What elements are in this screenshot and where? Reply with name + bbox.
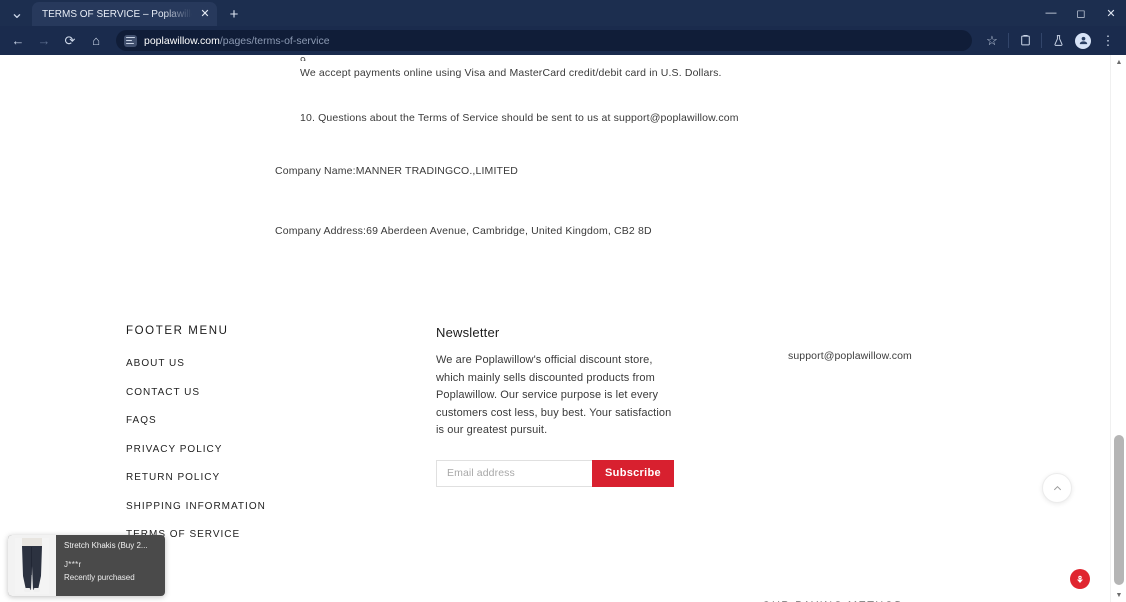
- scroll-down-arrow-icon[interactable]: ▼: [1111, 588, 1126, 602]
- footer-link-return-policy[interactable]: RETURN POLICY: [126, 472, 220, 483]
- forward-icon[interactable]: →: [32, 29, 56, 53]
- subscribe-button[interactable]: Subscribe: [592, 459, 674, 487]
- site-footer: FOOTER MENU ABOUT US CONTACT US FAQS PRI…: [0, 325, 1110, 602]
- scrollbar-thumb[interactable]: [1114, 435, 1124, 585]
- toolbar-divider: [1008, 33, 1009, 48]
- tab-terms-of-service[interactable]: TERMS OF SERVICE – Poplawillow ✕: [32, 2, 217, 26]
- toolbar-right-actions: ☆ ⋮: [980, 29, 1120, 53]
- scroll-to-top-button[interactable]: [1042, 473, 1072, 503]
- page-viewport: 9. We accept payments online using Visa …: [0, 55, 1126, 602]
- footer-menu-title: FOOTER MENU: [126, 325, 229, 337]
- toast-body: Stretch Khakis (Buy 2... J***r Recently …: [56, 535, 165, 596]
- terms-questions-line: 10. Questions about the Terms of Service…: [300, 112, 739, 124]
- chevron-up-icon: [1053, 485, 1061, 490]
- footer-link-privacy-policy[interactable]: PRIVACY POLICY: [126, 444, 222, 455]
- tab-search-chevron-down-icon[interactable]: ⌄: [4, 2, 30, 24]
- email-input[interactable]: [436, 459, 592, 487]
- toolbar-divider: [1041, 33, 1042, 48]
- window-close-icon[interactable]: ✕: [1096, 0, 1126, 26]
- new-tab-button[interactable]: +: [223, 3, 245, 25]
- footer-link-about-us[interactable]: ABOUT US: [126, 358, 185, 369]
- newsletter-description: We are Poplawillow's official discount s…: [436, 354, 672, 436]
- minimize-icon[interactable]: —: [1036, 0, 1066, 26]
- chat-widget-button[interactable]: [1070, 569, 1090, 589]
- browser-window: ⌄ TERMS OF SERVICE – Poplawillow ✕ + — ◻…: [0, 0, 1126, 602]
- tab-strip: ⌄ TERMS OF SERVICE – Poplawillow ✕ + — ◻…: [0, 0, 1126, 26]
- newsletter-title: Newsletter: [436, 325, 500, 340]
- url-path: /pages/terms-of-service: [219, 34, 330, 47]
- company-name-line: Company Name:MANNER TRADINGCO.,LIMITED: [275, 165, 518, 177]
- close-icon[interactable]: ✕: [198, 7, 212, 21]
- support-email[interactable]: support@poplawillow.com: [788, 350, 1110, 362]
- page-scrollbar[interactable]: ▲ ▼: [1110, 55, 1126, 602]
- list-item: SHIPPING INFORMATION: [126, 496, 436, 514]
- profile-avatar[interactable]: [1071, 29, 1095, 53]
- terms-payment-line: We accept payments online using Visa and…: [300, 67, 722, 79]
- back-icon[interactable]: ←: [6, 29, 30, 53]
- toast-buyer-name: J***r: [64, 560, 82, 569]
- terms-of-service-section: 9. We accept payments online using Visa …: [0, 55, 1110, 237]
- url-host: poplawillow.com: [144, 34, 220, 47]
- toast-status-text: Recently purchased: [64, 573, 135, 582]
- site-settings-icon[interactable]: [124, 34, 137, 47]
- footer-link-faqs[interactable]: FAQS: [126, 415, 157, 426]
- newsletter-column: Newsletter We are Poplawillow's official…: [436, 325, 788, 553]
- window-controls: — ◻ ✕: [1036, 0, 1126, 26]
- footer-columns: FOOTER MENU ABOUT US CONTACT US FAQS PRI…: [0, 325, 1110, 553]
- footer-menu-list: ABOUT US CONTACT US FAQS PRIVACY POLICY …: [126, 353, 436, 542]
- footer-link-contact-us[interactable]: CONTACT US: [126, 387, 200, 398]
- bookmark-star-icon[interactable]: ☆: [980, 29, 1004, 53]
- list-item: RETURN POLICY: [126, 467, 436, 485]
- extensions-icon[interactable]: [1013, 29, 1037, 53]
- list-item: CONTACT US: [126, 382, 436, 400]
- home-icon[interactable]: ⌂: [84, 29, 108, 53]
- jeans-product-image: [15, 538, 49, 594]
- address-bar-url: poplawillow.com/pages/terms-of-service: [144, 35, 330, 47]
- browser-toolbar: ← → ⟳ ⌂ poplawillow.com/pages/terms-of-s…: [0, 26, 1126, 55]
- product-thumbnail: [8, 535, 56, 596]
- list-item: PRIVACY POLICY: [126, 439, 436, 457]
- list-item: TERMS OF SERVICE: [126, 524, 436, 542]
- reload-icon[interactable]: ⟳: [58, 29, 82, 53]
- recently-purchased-toast[interactable]: Stretch Khakis (Buy 2... J***r Recently …: [8, 535, 165, 596]
- scroll-up-arrow-icon[interactable]: ▲: [1111, 55, 1126, 69]
- page-content: 9. We accept payments online using Visa …: [0, 55, 1110, 602]
- footer-menu-column: FOOTER MENU ABOUT US CONTACT US FAQS PRI…: [126, 325, 436, 553]
- terms-clipped-line: 9.: [300, 55, 309, 61]
- newsletter-form: Subscribe: [436, 459, 674, 487]
- support-email-column: support@poplawillow.com: [788, 325, 1110, 553]
- browser-menu-icon[interactable]: ⋮: [1096, 29, 1120, 53]
- company-address-line: Company Address:69 Aberdeen Avenue, Camb…: [275, 225, 652, 237]
- labs-flask-icon[interactable]: [1046, 29, 1070, 53]
- maximize-icon[interactable]: ◻: [1066, 0, 1096, 26]
- list-item: ABOUT US: [126, 353, 436, 371]
- address-bar[interactable]: poplawillow.com/pages/terms-of-service: [116, 30, 972, 51]
- tab-title: TERMS OF SERVICE – Poplawillow: [42, 8, 192, 20]
- toast-product-title: Stretch Khakis (Buy 2...: [64, 541, 148, 550]
- chat-bubble-icon: [1074, 573, 1086, 585]
- footer-link-shipping-information[interactable]: SHIPPING INFORMATION: [126, 501, 266, 512]
- list-item: FAQS: [126, 410, 436, 428]
